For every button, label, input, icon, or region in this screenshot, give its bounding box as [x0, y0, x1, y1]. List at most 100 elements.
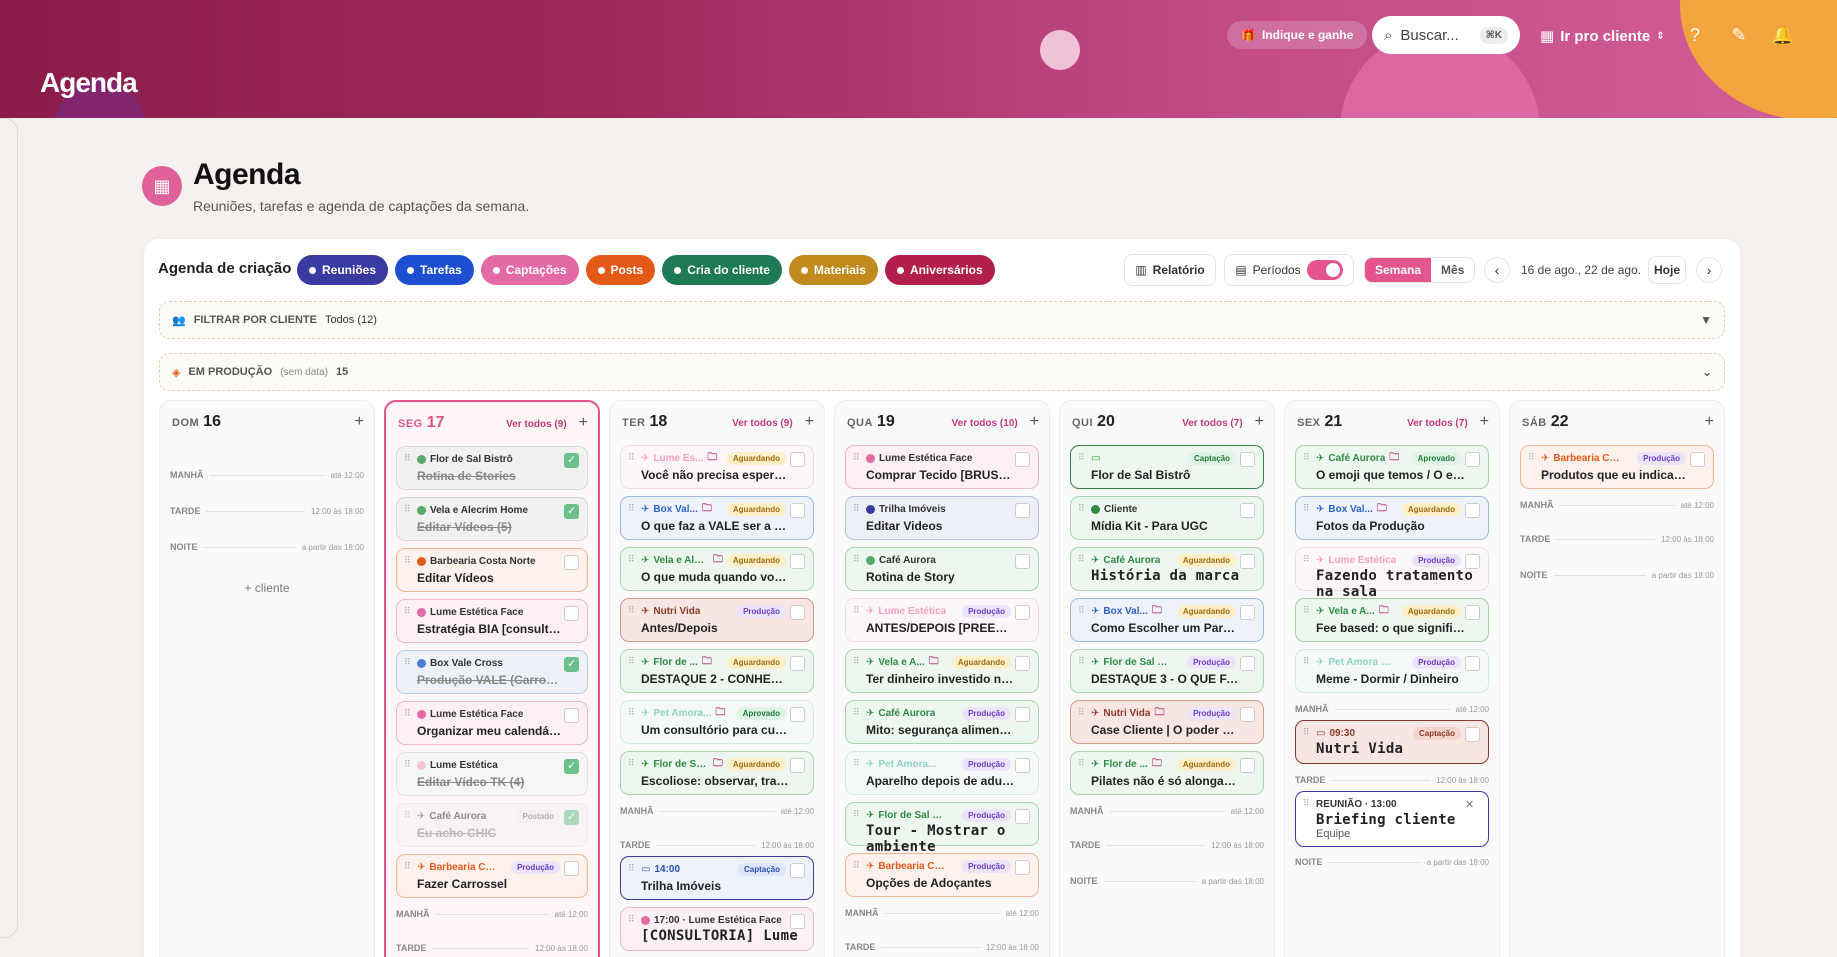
event-card[interactable]: ⠿ ✈Barbearia Cos... Produção Opções de Adoç… — [845, 853, 1039, 897]
complete-checkbox[interactable] — [1015, 452, 1030, 467]
event-card[interactable]: ⠿ ✈ Vela e A... 🗀 Aguardando Ter dinheiro inv… — [845, 649, 1039, 693]
drag-handle-icon[interactable]: ⠿ — [404, 811, 411, 820]
event-card[interactable]: ⠿ Flor de Sal Bistrô Rotina de Stories — [396, 446, 588, 490]
drag-handle-icon[interactable]: ⠿ — [1078, 759, 1085, 768]
periods-toggle[interactable]: ▤ Períodos — [1224, 254, 1354, 286]
event-card[interactable]: ⠿ ✈Barbearia Cos... Produção Produtos que e… — [1520, 445, 1714, 489]
event-card[interactable]: ⠿ ✈ Vela e A... 🗀 Aguardando Fee based: o que… — [1295, 598, 1489, 642]
event-card[interactable]: ⠿ ✈ Box Val... 🗀 Aguardando Como Escolher um … — [1070, 598, 1264, 642]
add-event-icon[interactable]: + — [1705, 413, 1714, 431]
drag-handle-icon[interactable]: ⠿ — [628, 864, 635, 873]
event-card[interactable]: ⠿ Lume Estética Face Comprar Tecido [BRUSQ… — [845, 445, 1039, 489]
see-all-link[interactable]: Ver todos (7) — [1182, 418, 1243, 429]
drag-handle-icon[interactable]: ⠿ — [1078, 504, 1085, 513]
complete-checkbox[interactable] — [790, 863, 805, 878]
drag-handle-icon[interactable]: ⠿ — [404, 658, 411, 667]
drag-handle-icon[interactable]: ⠿ — [1078, 657, 1085, 666]
event-card[interactable]: ⠿ Cliente Mídia Kit - Para UGC — [1070, 496, 1264, 540]
feedback-icon[interactable]: ✎ — [1726, 22, 1752, 48]
add-event-icon[interactable]: + — [1480, 413, 1489, 431]
complete-checkbox[interactable] — [790, 605, 805, 620]
prev-week-button[interactable]: ‹ — [1484, 257, 1510, 283]
event-card[interactable]: ⠿ ✈ Lume Estética Produção ANTES/DEPOIS [PRE… — [845, 598, 1039, 642]
drag-handle-icon[interactable]: ⠿ — [1078, 453, 1085, 462]
today-button[interactable]: Hoje — [1648, 256, 1686, 284]
complete-checkbox[interactable] — [1690, 452, 1705, 467]
complete-checkbox[interactable] — [1240, 554, 1255, 569]
event-card[interactable]: ⠿ ✈Barbearia Cos... ProduçãoFazer Carrosse… — [396, 854, 588, 898]
client-switcher[interactable]: ▦ Ir pro cliente ⇕ — [1540, 22, 1665, 50]
event-card[interactable]: ⠿ ✈ Flor de ... 🗀 Aguardando Pilates não é só… — [1070, 751, 1264, 795]
add-event-icon[interactable]: + — [355, 413, 364, 431]
event-card[interactable]: ⠿ Lume Estética Face Estratégia BIA [consu… — [396, 599, 588, 643]
complete-checkbox[interactable] — [1015, 707, 1030, 722]
event-card[interactable]: ⠿ ▭ Captação Flor de Sal Bistrô — [1070, 445, 1264, 489]
event-card[interactable]: ⠿ ✈Flor de Sal ...🗀Aguardando Escoliose: o… — [620, 751, 814, 795]
complete-checkbox[interactable] — [1240, 758, 1255, 773]
event-card[interactable]: ⠿ ✈ Pet Amora... 🗀 Aprovado Um consultório pa… — [620, 700, 814, 744]
drag-handle-icon[interactable]: ⠿ — [404, 505, 411, 514]
drag-handle-icon[interactable]: ⠿ — [853, 759, 860, 768]
event-card[interactable]: ⠿ ▭ 14:00 Captação Trilha Imóveis — [620, 856, 814, 900]
complete-checkbox[interactable] — [564, 657, 579, 672]
drag-handle-icon[interactable]: ⠿ — [404, 760, 411, 769]
complete-checkbox[interactable] — [1015, 860, 1030, 875]
complete-checkbox[interactable] — [1015, 503, 1030, 518]
complete-checkbox[interactable] — [790, 914, 805, 929]
drag-handle-icon[interactable]: ⠿ — [1303, 799, 1310, 808]
add-event-icon[interactable]: + — [579, 414, 588, 432]
chip-cria-do-cliente[interactable]: Cria do cliente — [662, 255, 782, 285]
drag-handle-icon[interactable]: ⠿ — [1078, 606, 1085, 615]
drag-handle-icon[interactable]: ⠿ — [853, 708, 860, 717]
complete-checkbox[interactable] — [1015, 656, 1030, 671]
production-filter[interactable]: ◈ EM PRODUÇÃO (sem data) 15 ⌄ — [159, 353, 1725, 391]
chip-aniversários[interactable]: Aniversários — [884, 255, 995, 285]
complete-checkbox[interactable] — [1240, 503, 1255, 518]
drag-handle-icon[interactable]: ⠿ — [628, 606, 635, 615]
complete-checkbox[interactable] — [1465, 554, 1480, 569]
event-card[interactable]: ⠿ ✈ Lume Estética Produção Fazendo tratament… — [1295, 547, 1489, 600]
complete-checkbox[interactable] — [1015, 554, 1030, 569]
drag-handle-icon[interactable]: ⠿ — [853, 555, 860, 564]
drag-handle-icon[interactable]: ⠿ — [628, 759, 635, 768]
close-icon[interactable]: ✕ — [1465, 798, 1480, 813]
complete-checkbox[interactable] — [1465, 503, 1480, 518]
event-card[interactable]: ⠿ REUNIÃO · 13:00 Briefing cliente Equipe ✕ — [1295, 791, 1489, 847]
complete-checkbox[interactable] — [1015, 605, 1030, 620]
complete-checkbox[interactable] — [790, 707, 805, 722]
drag-handle-icon[interactable]: ⠿ — [628, 453, 635, 462]
complete-checkbox[interactable] — [1240, 452, 1255, 467]
event-card[interactable]: ⠿ ✈ Pet Amora Cli... Produção Meme - Dormir … — [1295, 649, 1489, 693]
help-icon[interactable]: ? — [1682, 22, 1708, 48]
drag-handle-icon[interactable]: ⠿ — [853, 810, 860, 819]
see-all-link[interactable]: Ver todos (7) — [1407, 418, 1468, 429]
drag-handle-icon[interactable]: ⠿ — [628, 708, 635, 717]
event-card[interactable]: ⠿ ✈Vela e Alecr...🗀Aguardando O que muda q… — [620, 547, 814, 591]
event-card[interactable]: ⠿ Vela e Alecrim Home Editar Vídeos (5) — [396, 497, 588, 541]
complete-checkbox[interactable] — [790, 503, 805, 518]
event-card[interactable]: ⠿ Lume Estética Face Organizar meu calendá… — [396, 701, 588, 745]
drag-handle-icon[interactable]: ⠿ — [628, 504, 635, 513]
event-card[interactable]: ⠿ Box Vale Cross Produção VALE (Carrosséis… — [396, 650, 588, 694]
complete-checkbox[interactable] — [1015, 809, 1030, 824]
complete-checkbox[interactable] — [790, 452, 805, 467]
drag-handle-icon[interactable]: ⠿ — [1078, 708, 1085, 717]
report-button[interactable]: ▥ Relatório — [1124, 254, 1216, 286]
drag-handle-icon[interactable]: ⠿ — [1303, 504, 1310, 513]
drag-handle-icon[interactable]: ⠿ — [853, 606, 860, 615]
complete-checkbox[interactable] — [564, 555, 579, 570]
drag-handle-icon[interactable]: ⠿ — [1078, 555, 1085, 564]
drag-handle-icon[interactable]: ⠿ — [404, 607, 411, 616]
drag-handle-icon[interactable]: ⠿ — [404, 709, 411, 718]
complete-checkbox[interactable] — [1465, 605, 1480, 620]
event-card[interactable]: ⠿ ✈ Café Aurora Postado Eu acho CHIC — [396, 803, 588, 847]
drag-handle-icon[interactable]: ⠿ — [1303, 453, 1310, 462]
drag-handle-icon[interactable]: ⠿ — [628, 555, 635, 564]
event-card[interactable]: ⠿ ✈ Nutri Vida 🗀 Produção Case Cliente | O po… — [1070, 700, 1264, 744]
bell-icon[interactable]: 🔔 — [1770, 22, 1796, 48]
event-card[interactable]: ⠿ Barbearia Costa Norte Editar Vídeos — [396, 548, 588, 592]
complete-checkbox[interactable] — [790, 554, 805, 569]
drag-handle-icon[interactable]: ⠿ — [404, 556, 411, 565]
complete-checkbox[interactable] — [790, 758, 805, 773]
drag-handle-icon[interactable]: ⠿ — [628, 657, 635, 666]
